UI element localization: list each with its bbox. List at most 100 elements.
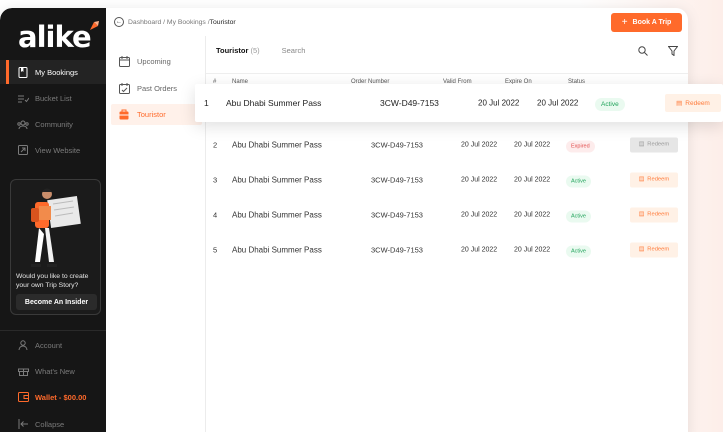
redeem-button: ▤ Redeem [630, 137, 678, 152]
book-a-trip-label: Book A Trip [632, 19, 672, 26]
status-badge: Expired [566, 140, 595, 152]
become-insider-button[interactable]: Become An Insider [16, 294, 97, 310]
redeem-label: Redeem [647, 246, 670, 253]
redeem-icon: ▤ [638, 246, 645, 253]
subnav-item-label: Upcoming [137, 57, 171, 66]
table-row[interactable]: 2 Abu Dhabi Summer Pass 3CW-D49-7153 20 … [206, 127, 688, 162]
redeem-icon: ▤ [638, 141, 645, 148]
filter-icon[interactable] [667, 46, 679, 59]
subnav-item-touristor[interactable]: Touristor [111, 104, 202, 125]
status-label: Active [566, 245, 591, 257]
redeem-label: Redeem [685, 99, 710, 107]
redeem-button[interactable]: ▤ Redeem [630, 207, 678, 222]
row-expire-on: 20 Jul 2022 [514, 246, 551, 253]
row-index: 3 [213, 175, 218, 184]
breadcrumb-current: Touristor [209, 18, 236, 26]
row-expire-on: 20 Jul 2022 [537, 98, 579, 108]
row-valid-from: 20 Jul 2022 [478, 98, 520, 108]
list-check-icon [17, 92, 29, 104]
search-icon[interactable] [638, 46, 648, 59]
sidebar-item-collapse[interactable]: Collapse [0, 412, 106, 432]
sidebar-item-account[interactable]: Account [0, 333, 106, 357]
row-expire-on: 20 Jul 2022 [514, 211, 551, 218]
user-icon [17, 339, 29, 351]
redeem-label: Redeem [647, 141, 670, 148]
sidebar-item-my-bookings[interactable]: My Bookings [0, 60, 106, 84]
row-index: 5 [213, 245, 218, 254]
top-bar: ← Dashboard / My Bookings / Touristor + … [106, 8, 688, 36]
status-label: Active [595, 98, 625, 111]
row-expire-on: 20 Jul 2022 [514, 176, 551, 183]
sidebar-item-label: My Bookings [35, 67, 78, 77]
redeem-button[interactable]: ▤ Redeem [665, 94, 721, 112]
redeem-label: Redeem [647, 176, 670, 183]
sidebar-item-label: Collapse [35, 419, 65, 429]
row-name: Abu Dhabi Summer Pass [232, 140, 322, 149]
plus-icon: + [621, 17, 628, 28]
sidebar-item-label: Account [35, 340, 63, 350]
subnav-item-label: Past Orders [137, 84, 178, 93]
tab-bar: Touristor (5) Search [216, 46, 305, 55]
row-name: Abu Dhabi Summer Pass [232, 245, 322, 254]
subnav-item-upcoming[interactable]: Upcoming [111, 51, 202, 72]
status-badge: Active [566, 175, 591, 187]
sidebar: alike My Bookings Bucket List Community [0, 8, 106, 432]
sidebar-item-wallet[interactable]: Wallet - $00.00 [0, 385, 106, 409]
promo-card: Would you like to create your own Trip S… [10, 179, 101, 315]
row-valid-from: 20 Jul 2022 [461, 211, 498, 218]
redeem-icon: ▤ [638, 211, 645, 218]
row-valid-from: 20 Jul 2022 [461, 246, 498, 253]
external-link-icon [17, 144, 29, 156]
status-label: Expired [566, 140, 595, 152]
sidebar-item-whats-new[interactable]: What's New [0, 359, 106, 383]
breadcrumb[interactable]: Dashboard / My Bookings / [128, 19, 210, 26]
status-badge: Active [566, 245, 591, 257]
redeem-button[interactable]: ▤ Redeem [630, 172, 678, 187]
redeem-button[interactable]: ▤ Redeem [630, 242, 678, 257]
table-row[interactable]: 4 Abu Dhabi Summer Pass 3CW-D49-7153 20 … [206, 197, 688, 232]
row-order-number: 3CW-D49-7153 [380, 98, 439, 108]
table-row-highlighted[interactable]: 1 Abu Dhabi Summer Pass 3CW-D49-7153 20 … [195, 84, 723, 122]
calendar-check-icon [119, 83, 131, 94]
row-expire-on: 20 Jul 2022 [514, 141, 551, 148]
sidebar-item-label: What's New [35, 366, 75, 376]
row-order-number: 3CW-D49-7153 [371, 245, 423, 254]
sidebar-item-label: View Website [35, 145, 81, 155]
row-order-number: 3CW-D49-7153 [371, 175, 423, 184]
collapse-icon [17, 418, 29, 430]
users-icon [17, 118, 29, 130]
ticket-icon [119, 109, 131, 120]
promo-text: Would you like to create your own Trip S… [16, 273, 89, 290]
book-a-trip-button[interactable]: + Book A Trip [611, 13, 682, 32]
subnav-item-past-orders[interactable]: Past Orders [111, 78, 202, 99]
row-name: Abu Dhabi Summer Pass [226, 98, 322, 108]
redeem-label: Redeem [647, 211, 670, 218]
bookmark-icon [17, 66, 29, 78]
table-row[interactable]: 5 Abu Dhabi Summer Pass 3CW-D49-7153 20 … [206, 232, 688, 267]
table-row[interactable]: 3 Abu Dhabi Summer Pass 3CW-D49-7153 20 … [206, 162, 688, 197]
row-order-number: 3CW-D49-7153 [371, 210, 423, 219]
gift-icon [17, 365, 29, 377]
row-index: 2 [213, 140, 218, 149]
row-index: 1 [204, 98, 209, 108]
app-window: alike My Bookings Bucket List Community [0, 8, 688, 432]
bookings-subnav: Upcoming Past Orders Touristor [106, 36, 206, 432]
tab-label: Touristor [216, 46, 249, 55]
calendar-icon [119, 56, 131, 67]
row-valid-from: 20 Jul 2022 [461, 141, 498, 148]
logo: alike [18, 20, 92, 54]
sidebar-item-community[interactable]: Community [0, 112, 106, 136]
row-name: Abu Dhabi Summer Pass [232, 210, 322, 219]
tab-count: (5) [250, 46, 260, 55]
sidebar-item-bucket-list[interactable]: Bucket List [0, 86, 106, 110]
redeem-icon: ▤ [676, 100, 683, 107]
sidebar-item-label: Community [35, 119, 73, 129]
tab-search[interactable]: Search [282, 46, 306, 55]
sidebar-item-view-website[interactable]: View Website [0, 138, 106, 162]
status-label: Active [566, 210, 591, 222]
tab-touristor[interactable]: Touristor (5) [216, 46, 260, 55]
back-arrow-icon[interactable]: ← [114, 17, 124, 27]
status-badge: Active [566, 210, 591, 222]
subnav-item-label: Touristor [137, 110, 166, 119]
wallet-icon [17, 391, 29, 403]
